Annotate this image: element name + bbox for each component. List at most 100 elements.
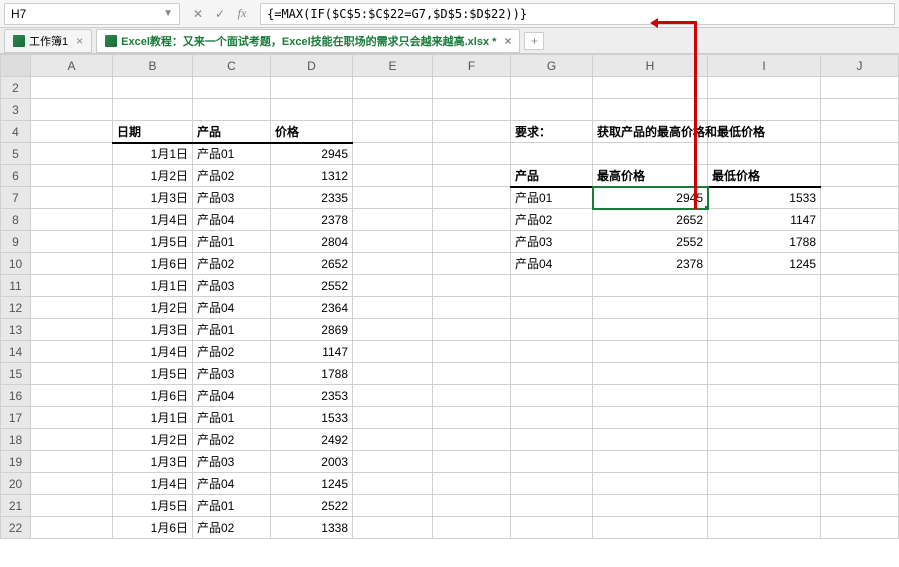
cell-F9[interactable] [433,231,511,253]
cell-H4[interactable]: 获取产品的最高价格和最低价格 [593,121,708,143]
cell-I8[interactable]: 1147 [708,209,821,231]
cell-F21[interactable] [433,495,511,517]
cell-D15[interactable]: 1788 [271,363,353,385]
cell-A7[interactable] [31,187,113,209]
cell-B15[interactable]: 1月5日 [113,363,193,385]
cell-E21[interactable] [353,495,433,517]
cell-A5[interactable] [31,143,113,165]
cell-F20[interactable] [433,473,511,495]
cell-F15[interactable] [433,363,511,385]
spreadsheet-grid[interactable]: A B C D E F G H I J 234日期产品价格要求：获取产品的最高价… [0,54,899,539]
cell-G5[interactable] [511,143,593,165]
cell-A11[interactable] [31,275,113,297]
cell-H7[interactable]: 2945 [593,187,708,209]
cell-J22[interactable] [821,517,899,539]
cell-G12[interactable] [511,297,593,319]
cell-E14[interactable] [353,341,433,363]
row-header-17[interactable]: 17 [1,407,31,429]
cell-H18[interactable] [593,429,708,451]
cell-C5[interactable]: 产品01 [193,143,271,165]
col-header-I[interactable]: I [708,55,821,77]
fx-icon[interactable]: fx [234,6,250,21]
cell-I19[interactable] [708,451,821,473]
cell-G19[interactable] [511,451,593,473]
cell-E19[interactable] [353,451,433,473]
cell-C20[interactable]: 产品04 [193,473,271,495]
cell-J7[interactable] [821,187,899,209]
cell-C11[interactable]: 产品03 [193,275,271,297]
cell-D17[interactable]: 1533 [271,407,353,429]
cell-E3[interactable] [353,99,433,121]
cell-C18[interactable]: 产品02 [193,429,271,451]
cell-B10[interactable]: 1月6日 [113,253,193,275]
cell-F5[interactable] [433,143,511,165]
cell-C22[interactable]: 产品02 [193,517,271,539]
row-header-5[interactable]: 5 [1,143,31,165]
cell-B7[interactable]: 1月3日 [113,187,193,209]
cell-B19[interactable]: 1月3日 [113,451,193,473]
row-header-16[interactable]: 16 [1,385,31,407]
cell-F13[interactable] [433,319,511,341]
cell-H11[interactable] [593,275,708,297]
close-icon[interactable]: × [504,34,511,48]
cell-A14[interactable] [31,341,113,363]
cell-D14[interactable]: 1147 [271,341,353,363]
cell-F8[interactable] [433,209,511,231]
cell-J21[interactable] [821,495,899,517]
cell-A2[interactable] [31,77,113,99]
cell-H3[interactable] [593,99,708,121]
cell-G22[interactable] [511,517,593,539]
cell-B8[interactable]: 1月4日 [113,209,193,231]
cell-D9[interactable]: 2804 [271,231,353,253]
selection-handle[interactable] [704,205,708,209]
cell-D19[interactable]: 2003 [271,451,353,473]
cell-E11[interactable] [353,275,433,297]
cell-F19[interactable] [433,451,511,473]
close-icon[interactable]: × [76,34,83,48]
row-header-20[interactable]: 20 [1,473,31,495]
cell-G20[interactable] [511,473,593,495]
cell-C16[interactable]: 产品04 [193,385,271,407]
cell-D12[interactable]: 2364 [271,297,353,319]
cell-D2[interactable] [271,77,353,99]
cell-H15[interactable] [593,363,708,385]
cell-I21[interactable] [708,495,821,517]
cancel-icon[interactable]: ✕ [190,7,206,21]
cell-H14[interactable] [593,341,708,363]
cell-B14[interactable]: 1月4日 [113,341,193,363]
cell-F14[interactable] [433,341,511,363]
cell-J17[interactable] [821,407,899,429]
cell-G8[interactable]: 产品02 [511,209,593,231]
cell-B2[interactable] [113,77,193,99]
cell-D11[interactable]: 2552 [271,275,353,297]
cell-E2[interactable] [353,77,433,99]
cell-H21[interactable] [593,495,708,517]
cell-J6[interactable] [821,165,899,187]
cell-F7[interactable] [433,187,511,209]
cell-A18[interactable] [31,429,113,451]
cell-I22[interactable] [708,517,821,539]
cell-J3[interactable] [821,99,899,121]
cell-A17[interactable] [31,407,113,429]
row-header-3[interactable]: 3 [1,99,31,121]
cell-B12[interactable]: 1月2日 [113,297,193,319]
workbook-tab-2[interactable]: Excel教程：又来一个面试考题，Excel技能在职场的需求只会越来越高.xls… [96,29,520,53]
cell-D13[interactable]: 2869 [271,319,353,341]
cell-F4[interactable] [433,121,511,143]
cell-G3[interactable] [511,99,593,121]
cell-A8[interactable] [31,209,113,231]
cell-G7[interactable]: 产品01 [511,187,593,209]
cell-C3[interactable] [193,99,271,121]
cell-D20[interactable]: 1245 [271,473,353,495]
cell-D5[interactable]: 2945 [271,143,353,165]
row-header-7[interactable]: 7 [1,187,31,209]
cell-J12[interactable] [821,297,899,319]
cell-H2[interactable] [593,77,708,99]
cell-E7[interactable] [353,187,433,209]
cell-C4[interactable]: 产品 [193,121,271,143]
cell-J20[interactable] [821,473,899,495]
cell-C10[interactable]: 产品02 [193,253,271,275]
cell-D7[interactable]: 2335 [271,187,353,209]
cell-J19[interactable] [821,451,899,473]
row-header-10[interactable]: 10 [1,253,31,275]
